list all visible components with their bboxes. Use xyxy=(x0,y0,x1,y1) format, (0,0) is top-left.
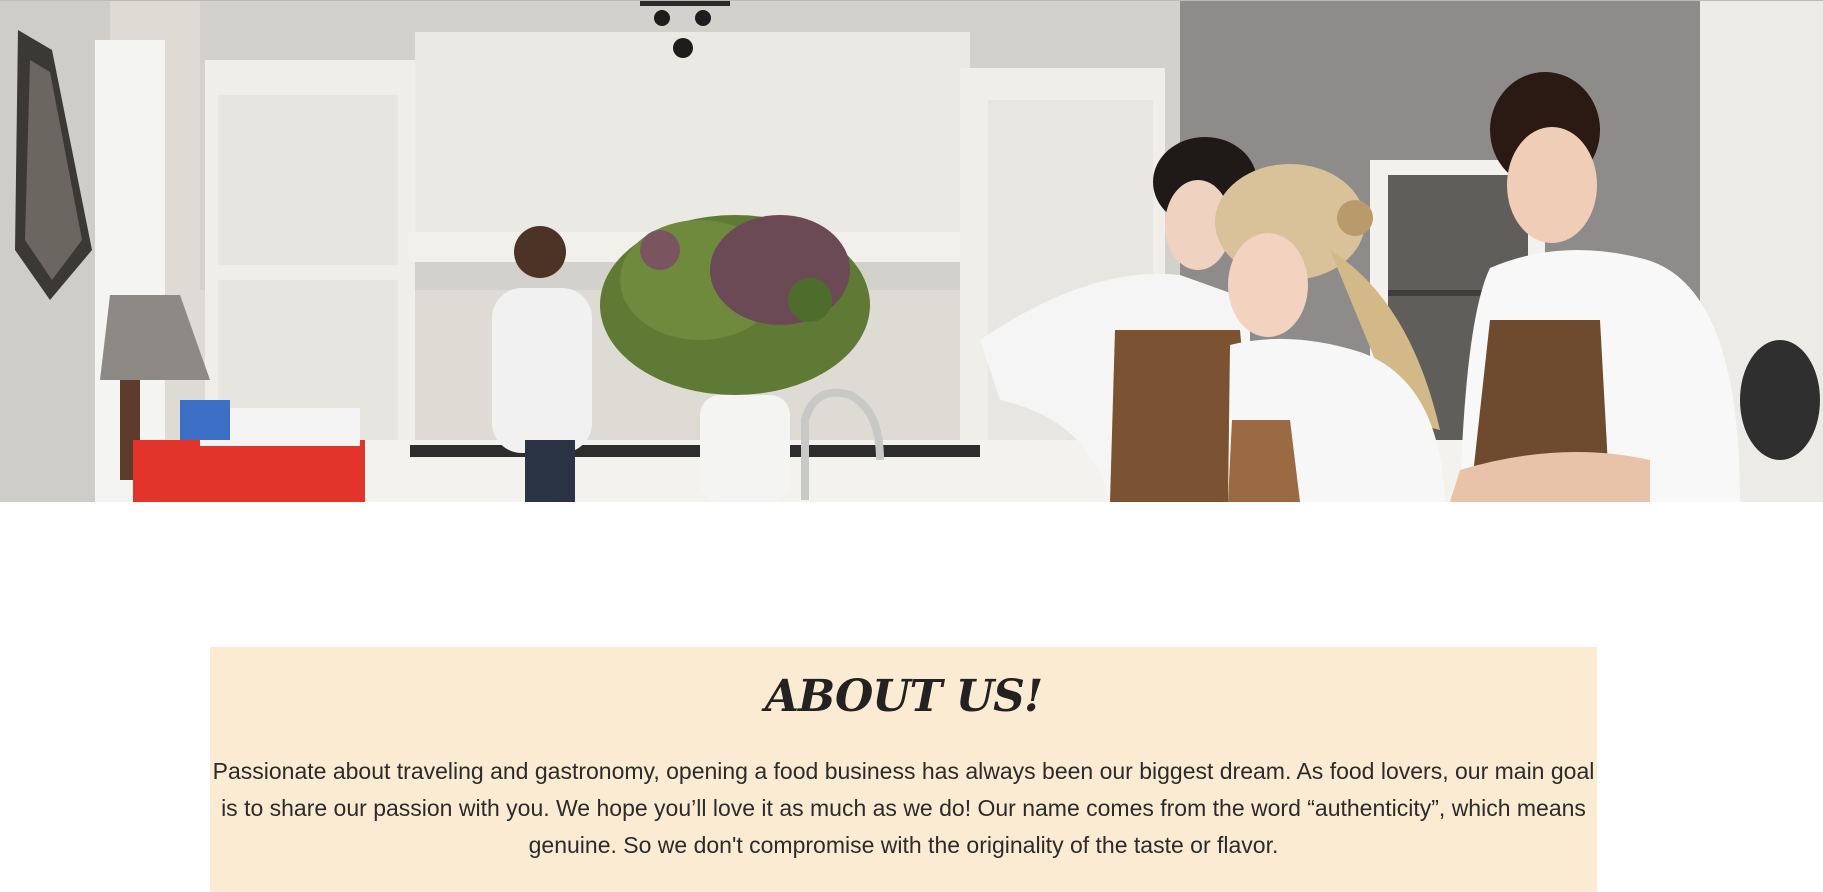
page: ABOUT US! Passionate about traveling and… xyxy=(0,0,1823,892)
hero-image xyxy=(0,0,1823,502)
about-title: ABOUT US! xyxy=(764,671,1043,722)
about-section: ABOUT US! Passionate about traveling and… xyxy=(210,647,1597,892)
about-description: Passionate about traveling and gastronom… xyxy=(212,758,1595,859)
kitchen-photo xyxy=(0,0,1823,502)
